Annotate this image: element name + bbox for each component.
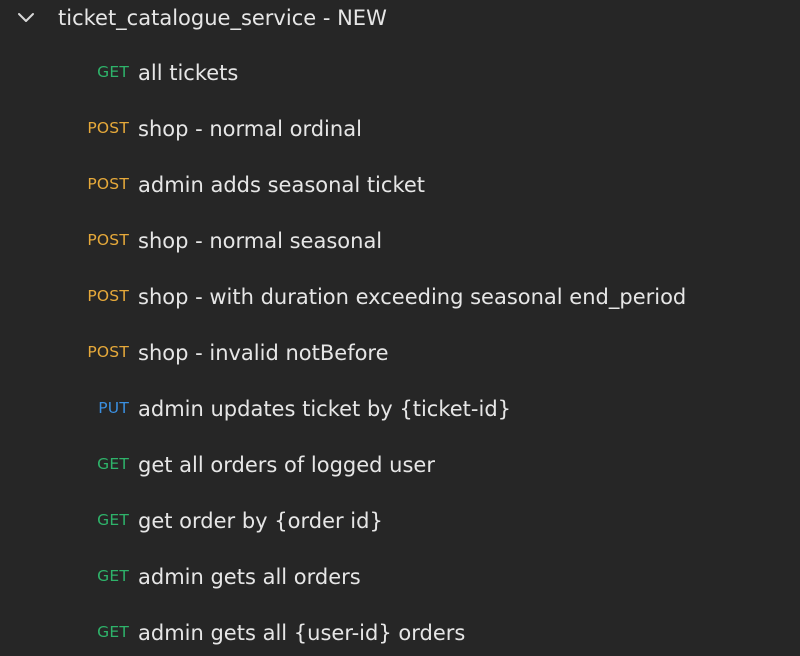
collection-folder[interactable]: ticket_catalogue_service - NEW [0, 0, 800, 36]
method-badge: POST [87, 119, 129, 137]
method-badge: GET [97, 511, 129, 529]
request-item[interactable]: GET all tickets [0, 46, 800, 102]
request-item[interactable]: POST shop - normal seasonal [0, 214, 800, 270]
method-badge: POST [87, 175, 129, 193]
request-name: admin gets all orders [138, 565, 361, 589]
request-item[interactable]: POST admin adds seasonal ticket [0, 158, 800, 214]
request-name: admin adds seasonal ticket [138, 173, 426, 197]
request-item[interactable]: GET admin gets all orders [0, 550, 800, 606]
request-name: shop - normal seasonal [138, 229, 383, 253]
request-item[interactable]: POST shop - invalid notBefore [0, 326, 800, 382]
request-name: shop - normal ordinal [138, 117, 362, 141]
request-name: get order by {order id} [138, 509, 383, 533]
method-badge: GET [97, 455, 129, 473]
request-item[interactable]: GET get order by {order id} [0, 494, 800, 550]
method-badge: POST [87, 287, 129, 305]
request-item[interactable]: GET admin gets all {user-id} orders [0, 606, 800, 656]
method-badge: GET [97, 567, 129, 585]
request-name: shop - with duration exceeding seasonal … [138, 285, 687, 309]
method-badge: GET [97, 63, 129, 81]
chevron-down-icon[interactable] [16, 10, 36, 26]
request-name: admin gets all {user-id} orders [138, 621, 466, 645]
method-badge: POST [87, 343, 129, 361]
method-badge: PUT [98, 399, 129, 417]
collection-name: ticket_catalogue_service - NEW [58, 6, 387, 30]
request-item[interactable]: POST shop - normal ordinal [0, 102, 800, 158]
request-name: shop - invalid notBefore [138, 341, 389, 365]
method-badge: GET [97, 623, 129, 641]
request-name: admin updates ticket by {ticket-id} [138, 397, 512, 421]
request-name: all tickets [138, 61, 239, 85]
method-badge: POST [87, 231, 129, 249]
request-name: get all orders of logged user [138, 453, 435, 477]
request-item[interactable]: PUT admin updates ticket by {ticket-id} [0, 382, 800, 438]
request-item[interactable]: POST shop - with duration exceeding seaso… [0, 270, 800, 326]
request-item[interactable]: GET get all orders of logged user [0, 438, 800, 494]
